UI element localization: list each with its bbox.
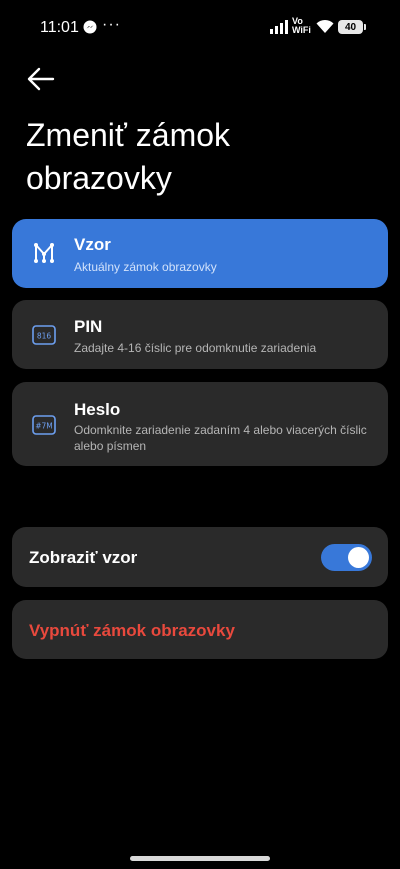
more-notifications-icon: ··· xyxy=(102,16,121,33)
option-title: PIN xyxy=(74,317,103,336)
option-description: Odomknite zariadenie zadaním 4 alebo via… xyxy=(74,423,367,453)
wifi-icon xyxy=(316,19,334,33)
home-indicator[interactable] xyxy=(130,856,270,861)
vowifi-bottom-text: WiFi xyxy=(292,25,311,35)
option-pin[interactable]: 816 PIN Zadajte 4-16 číslic pre odomknut… xyxy=(12,300,388,369)
toggle-knob xyxy=(348,547,369,568)
password-icon: #7M xyxy=(32,415,56,435)
pin-icon-text: 816 xyxy=(37,332,52,341)
messenger-icon xyxy=(83,20,97,34)
disable-screen-lock-button[interactable]: Vypnúť zámok obrazovky xyxy=(12,600,388,659)
option-title: Heslo xyxy=(74,400,121,419)
disable-screen-lock-label: Vypnúť zámok obrazovky xyxy=(29,621,235,640)
pattern-icon xyxy=(34,243,54,263)
status-time: 11:01 xyxy=(40,19,79,36)
status-bar: 11:01 ··· Vo WiFi 40 xyxy=(0,0,400,58)
back-button[interactable] xyxy=(26,66,56,92)
pin-icon: 816 xyxy=(32,325,56,345)
option-description: Aktuálny zámok obrazovky xyxy=(74,260,217,274)
battery-icon: 40 xyxy=(338,20,366,34)
show-pattern-row: Zobraziť vzor xyxy=(12,527,388,587)
option-description: Zadajte 4-16 číslic pre odomknutie zaria… xyxy=(74,341,317,355)
page-title: Zmeniť zámok obrazovky xyxy=(26,117,231,196)
option-title: Vzor xyxy=(74,235,111,254)
vowifi-indicator: Vo WiFi xyxy=(292,17,311,35)
show-pattern-toggle[interactable] xyxy=(321,544,372,571)
option-password[interactable]: #7M Heslo Odomknite zariadenie zadaním 4… xyxy=(12,382,388,466)
option-pattern[interactable]: Vzor Aktuálny zámok obrazovky xyxy=(12,219,388,288)
arrow-left-icon xyxy=(27,67,55,91)
show-pattern-label: Zobraziť vzor xyxy=(29,548,138,567)
signal-icon xyxy=(270,20,288,34)
battery-level: 40 xyxy=(344,21,357,33)
password-icon-text: #7M xyxy=(35,422,53,431)
